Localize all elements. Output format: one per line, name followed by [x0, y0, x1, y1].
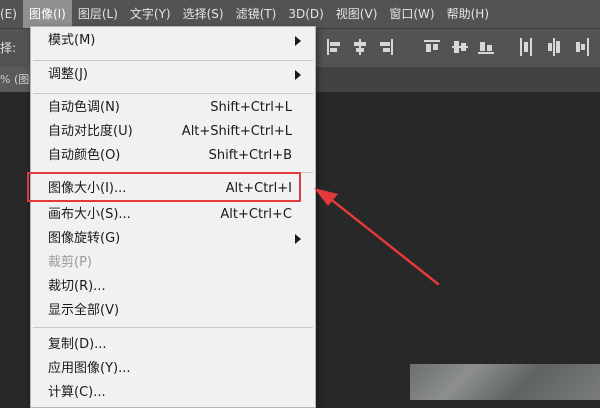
annotation-arrow-icon — [314, 188, 440, 286]
